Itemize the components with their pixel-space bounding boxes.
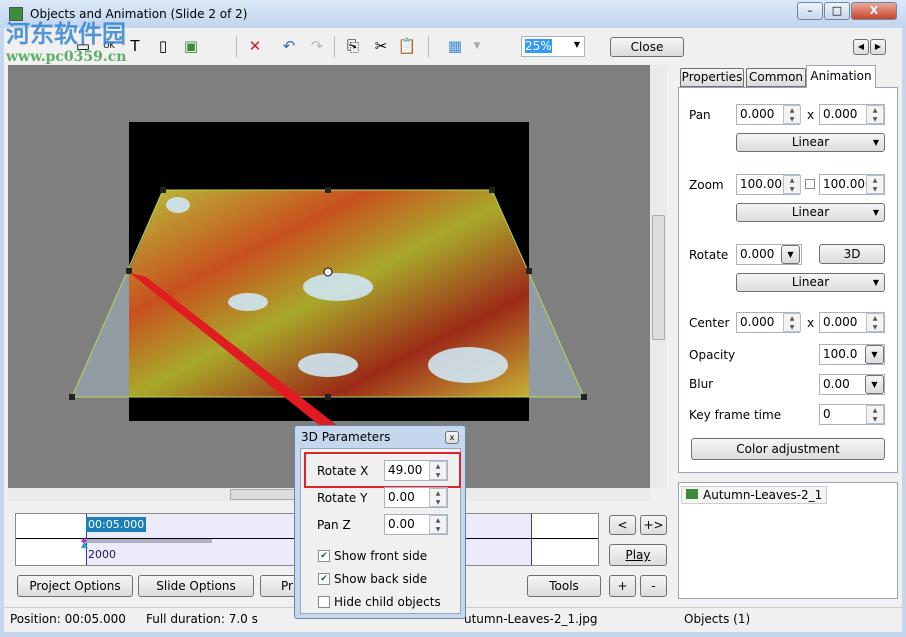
close-window-button[interactable]: X <box>851 2 897 20</box>
zoom-mode-select[interactable]: Linear ▼ <box>736 203 885 222</box>
status-duration: Full duration: 7.0 s <box>146 612 258 626</box>
text-tool-icon[interactable]: T <box>124 36 146 56</box>
play-button[interactable]: Play <box>609 544 667 566</box>
next-keyframe-button[interactable]: +> <box>640 515 667 535</box>
position-marker-icon[interactable]: ▲ <box>81 540 88 550</box>
color-adjustment-button[interactable]: Color adjustment <box>691 438 885 460</box>
rotate-label: Rotate <box>689 248 729 262</box>
pan-z-label: Pan Z <box>317 518 351 532</box>
add-keyframe-button[interactable]: + <box>609 575 636 597</box>
separator <box>428 36 429 58</box>
time-label: 00:05.000 <box>86 517 147 532</box>
show-front-label: Show front side <box>334 549 428 563</box>
frame-tool-icon[interactable]: ▯ <box>152 36 174 56</box>
prev-keyframe-button[interactable]: < <box>609 515 636 535</box>
toolbar: ▭ OK T ▯ ▣ ✕ ↶ ↷ ⎘ ✂ 📋 ▦ ▼ 25% ▼ Close ◀ … <box>4 28 902 64</box>
close-button[interactable]: Close <box>610 37 684 57</box>
image-tool-icon[interactable]: ▣ <box>180 36 202 56</box>
status-objects: Objects (1) <box>684 612 751 626</box>
dialog-body: Rotate X 49.00 ▲ ▼ Rotate Y 0.00 ▲ ▼ Pan Z… <box>300 448 461 614</box>
copy-icon[interactable]: ⎘ <box>342 36 364 56</box>
undo-icon[interactable]: ↶ <box>278 36 300 56</box>
grid-icon[interactable]: ▦ <box>444 36 466 56</box>
rotate-dropdown-icon[interactable]: ▼ <box>781 245 800 264</box>
x-separator: x <box>807 316 815 330</box>
title-bar: Objects and Animation (Slide 2 of 2) – □… <box>0 0 906 28</box>
object-list: Autumn-Leaves-2_1 <box>678 482 898 599</box>
pan-z-spinner[interactable]: ▲ ▼ <box>429 515 447 534</box>
maximize-button[interactable]: □ <box>824 2 850 20</box>
zoom-link-checkbox[interactable] <box>805 179 815 189</box>
separator <box>236 36 237 58</box>
rotate-y-label: Rotate Y <box>317 491 368 505</box>
pan-x-spinner[interactable]: ▲ ▼ <box>783 105 801 124</box>
center-y-spinner[interactable]: ▲ ▼ <box>866 313 884 332</box>
keyframe-label: 2000 <box>88 548 116 561</box>
dialog-close-button[interactable]: x <box>445 431 459 444</box>
rotate-mode-select[interactable]: Linear ▼ <box>736 273 885 292</box>
rotate-x-spinner[interactable]: ▲ ▼ <box>429 461 447 480</box>
zoom-select[interactable]: 25% ▼ <box>521 36 585 57</box>
tab-common[interactable]: Common <box>746 68 806 87</box>
tab-properties[interactable]: Properties <box>680 68 744 87</box>
rotate-3d-button[interactable]: 3D <box>819 244 885 264</box>
redo-icon[interactable]: ↷ <box>306 36 328 56</box>
pan-label: Pan <box>689 108 711 122</box>
zoom-y-spinner[interactable]: ▲ ▼ <box>866 175 884 194</box>
paste-icon[interactable]: 📋 <box>396 36 418 56</box>
tab-animation[interactable]: Animation <box>806 65 876 88</box>
3d-parameters-dialog: 3D Parameters x Rotate X 49.00 ▲ ▼ Rotate… <box>294 425 466 619</box>
object-list-item[interactable]: Autumn-Leaves-2_1 <box>681 486 828 504</box>
keyframe-time-spinner[interactable]: ▲ ▼ <box>866 405 884 424</box>
remove-keyframe-button[interactable]: - <box>640 575 667 597</box>
blur-label: Blur <box>689 377 714 391</box>
status-file: utumn-Leaves-2_1.jpg <box>464 612 598 626</box>
rotate-y-spinner[interactable]: ▲ ▼ <box>429 488 447 507</box>
image-object-icon <box>686 489 698 499</box>
keyframe-time-label: Key frame time <box>689 408 782 422</box>
blur-dropdown-icon[interactable]: ▼ <box>865 375 884 394</box>
rotate-x-label: Rotate X <box>317 464 369 478</box>
watermark-logo: 河东软件园 www.pc0359.cn <box>6 20 127 65</box>
x-separator: x <box>807 108 815 122</box>
minimize-button[interactable]: – <box>797 2 823 20</box>
hide-child-label: Hide child objects <box>334 595 441 609</box>
separator <box>334 36 335 58</box>
animation-panel: Pan 0.000 ▲ ▼ x 0.000 ▲ ▼ Linear ▼ Zoom 100… <box>678 87 898 473</box>
dialog-title: 3D Parameters <box>301 430 391 444</box>
pan-mode-select[interactable]: Linear ▼ <box>736 133 885 152</box>
center-label: Center <box>689 316 730 330</box>
delete-icon[interactable]: ✕ <box>244 36 266 56</box>
zoom-x-spinner[interactable]: ▲ ▼ <box>783 175 801 194</box>
project-options-button[interactable]: Project Options <box>17 575 133 597</box>
vertical-scrollbar[interactable] <box>650 65 667 488</box>
pan-y-spinner[interactable]: ▲ ▼ <box>866 105 884 124</box>
status-position: Position: 00:05.000 <box>10 612 126 626</box>
grid-dropdown-icon[interactable]: ▼ <box>466 36 488 56</box>
center-x-spinner[interactable]: ▲ ▼ <box>783 313 801 332</box>
tab-bar: Properties Common Animation <box>678 65 898 88</box>
opacity-dropdown-icon[interactable]: ▼ <box>865 345 884 364</box>
slide-options-button[interactable]: Slide Options <box>138 575 254 597</box>
tools-button[interactable]: Tools <box>527 575 601 597</box>
transition-bar <box>86 539 212 543</box>
cut-icon[interactable]: ✂ <box>370 36 392 56</box>
show-back-checkbox[interactable]: ✔ <box>318 573 330 585</box>
zoom-label: Zoom <box>689 178 724 192</box>
show-front-checkbox[interactable]: ✔ <box>318 550 330 562</box>
opacity-label: Opacity <box>689 348 736 362</box>
scroll-right-button[interactable]: ▶ <box>870 39 886 55</box>
show-back-label: Show back side <box>334 572 428 586</box>
center-point[interactable] <box>323 267 333 277</box>
scroll-left-button[interactable]: ◀ <box>853 39 869 55</box>
hide-child-checkbox[interactable] <box>318 596 330 608</box>
